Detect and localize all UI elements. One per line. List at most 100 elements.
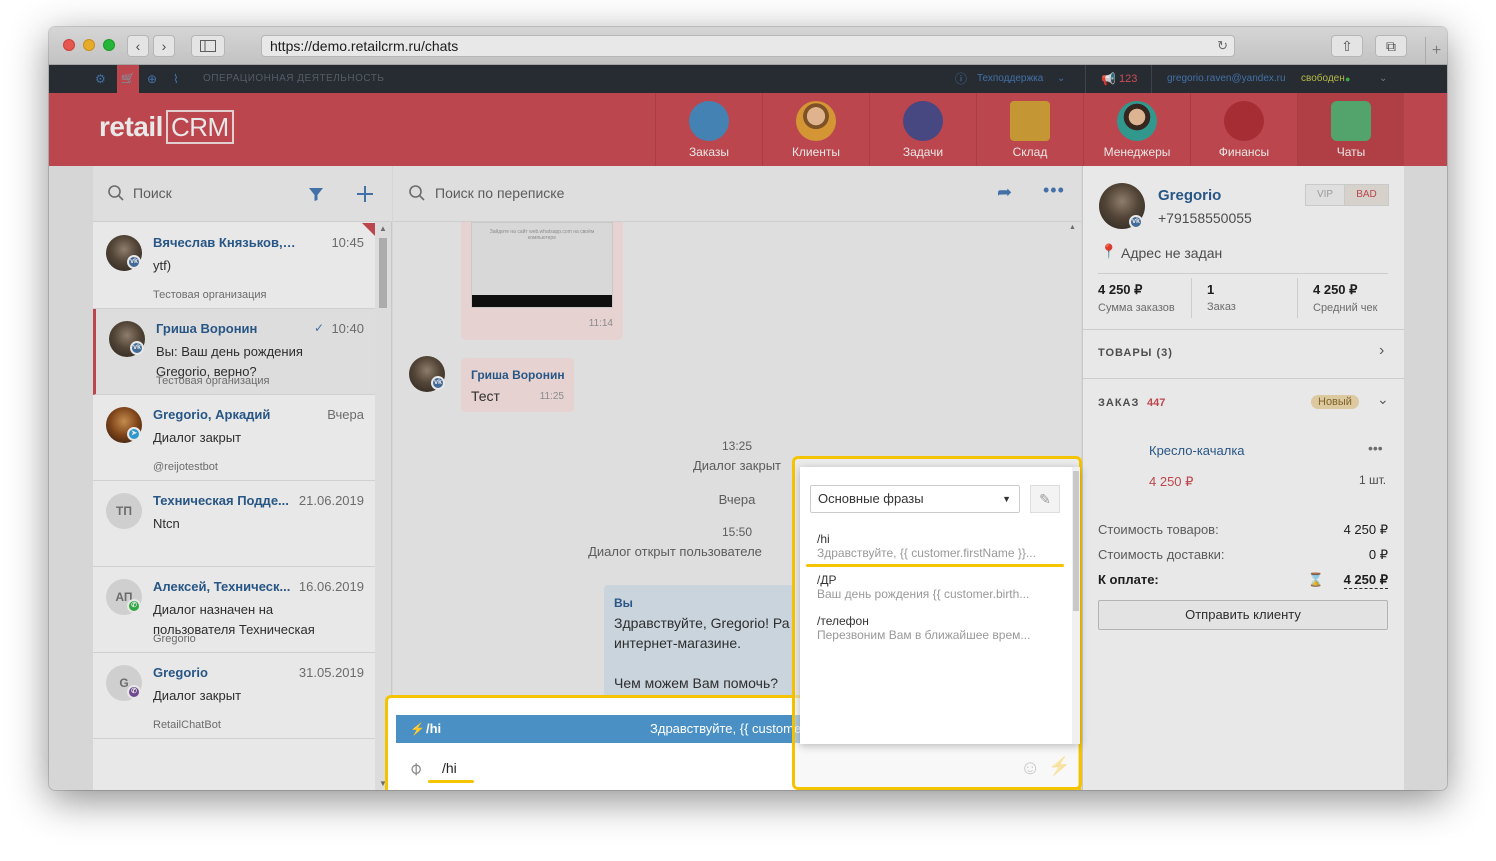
vip-tag[interactable]: VIP <box>1305 184 1345 206</box>
forward-icon[interactable]: ➦ <box>997 182 1012 203</box>
unread-corner-marker <box>362 223 376 237</box>
message-text: интернет-магазине. <box>614 635 741 651</box>
vk-icon: vk <box>127 255 141 269</box>
more-icon[interactable]: ••• <box>1368 440 1383 456</box>
nav-managers[interactable]: Менеджеры <box>1083 93 1190 166</box>
scroll-thumb[interactable] <box>379 238 387 308</box>
edit-phrases-button[interactable]: ✎ <box>1030 485 1060 513</box>
goods-label: ТОВАРЫ (3) <box>1098 347 1173 359</box>
sidebar-toggle-button[interactable] <box>191 35 225 57</box>
support-link[interactable]: Техподдержка <box>977 65 1043 93</box>
forward-button[interactable]: › <box>153 35 175 57</box>
zoom-window-button[interactable] <box>103 39 115 51</box>
crosshair-icon[interactable]: ⊕ <box>147 65 157 93</box>
customer-phone[interactable]: +79158550055 <box>1158 210 1252 226</box>
divider <box>1297 278 1298 318</box>
order-number[interactable]: 447 <box>1147 397 1165 409</box>
back-button[interactable]: ‹ <box>127 35 149 57</box>
add-chat-button[interactable] <box>356 185 374 203</box>
scroll-thumb[interactable] <box>1073 471 1079 611</box>
gear-icon[interactable]: ⚙ <box>95 65 106 93</box>
product-quantity: 1 шт. <box>1359 473 1387 487</box>
phrase-item[interactable]: /hi Здравствуйте, {{ customer.firstName … <box>817 532 1057 560</box>
conversation-search-bar: Поиск по переписке ➦ ••• <box>393 166 1081 222</box>
nav-finance[interactable]: Финансы <box>1190 93 1297 166</box>
nav-orders[interactable]: Заказы <box>655 93 762 166</box>
chat-list-item[interactable]: G ✆ Gregorio 31.05.2019 Диалог закрыт Re… <box>93 653 376 739</box>
new-tab-button[interactable]: + <box>1425 37 1447 65</box>
chat-search-input[interactable]: Поиск <box>133 185 172 201</box>
chat-last-message: ytf) <box>153 258 172 273</box>
send-to-customer-button[interactable]: Отправить клиенту <box>1098 600 1388 630</box>
tabs-overview-button[interactable]: ⧉ <box>1375 35 1407 57</box>
user-status[interactable]: свободен <box>1301 65 1345 93</box>
chat-source: RetailChatBot <box>153 719 221 731</box>
whatsapp-icon: ✆ <box>127 599 141 613</box>
divider <box>1151 65 1152 93</box>
filter-icon[interactable] <box>308 186 324 202</box>
outgoing-message[interactable]: Вы Здравствуйте, Gregorio! Ра интернет-м… <box>604 585 794 697</box>
phrase-group-select[interactable]: Основные фразы ▼ <box>810 485 1020 513</box>
analytics-icon[interactable]: ⌇ <box>173 65 179 93</box>
bad-tag[interactable]: BAD <box>1344 184 1389 206</box>
help-icon[interactable]: ⓘ <box>955 65 967 93</box>
chat-name: Гриша Воронин <box>156 321 258 336</box>
message-input[interactable]: /hi <box>442 760 457 776</box>
minimize-window-button[interactable] <box>83 39 95 51</box>
phrase-item[interactable]: /телефон Перезвоним Вам в ближайшее врем… <box>817 614 1057 642</box>
nav-warehouse[interactable]: Склад <box>976 93 1083 166</box>
chevron-down-icon: ⌄ <box>1377 391 1389 407</box>
conversation-search-input[interactable]: Поиск по переписке <box>435 185 564 201</box>
highlight-underline <box>806 564 1064 567</box>
chevron-right-icon: › <box>161 38 167 54</box>
incoming-message[interactable]: Гриша Воронин Тест 11:25 <box>461 358 574 412</box>
popup-scrollbar[interactable] <box>1072 467 1080 744</box>
chevron-left-icon: ‹ <box>135 38 141 54</box>
divider <box>1098 273 1388 274</box>
chat-list-item[interactable]: АП ✆ Алексей, Техническ... 16.06.2019 Ди… <box>93 567 376 653</box>
customer-name[interactable]: Gregorio <box>1158 187 1221 204</box>
scroll-up-icon[interactable]: ▲ <box>379 224 387 233</box>
address-bar[interactable]: https://demo.retailcrm.ru/chats ↻ <box>261 35 1235 57</box>
chevron-down-icon[interactable]: ⌄ <box>1057 65 1065 93</box>
reload-icon[interactable]: ↻ <box>1217 36 1228 56</box>
nav-customers[interactable]: Клиенты <box>762 93 869 166</box>
close-window-button[interactable] <box>63 39 75 51</box>
chat-list-item[interactable]: vk Гриша Воронин ✓ 10:40 Вы: Ваш день ро… <box>93 309 376 395</box>
product-name[interactable]: Кресло-качалка <box>1149 443 1245 458</box>
status-dot-icon: ● <box>1345 74 1351 84</box>
chat-last-message: Ntcn <box>153 516 180 531</box>
nav-label: Финансы <box>1218 145 1270 159</box>
chevron-down-icon[interactable]: ⌄ <box>1379 65 1387 93</box>
nav-label: Задачи <box>902 145 944 159</box>
chat-list-item[interactable]: vk Вячеслав Князьков, Тех... 10:45 ytf) … <box>93 223 376 309</box>
section-label: ОПЕРАЦИОННАЯ ДЕЯТЕЛЬНОСТЬ <box>203 73 385 84</box>
chat-name: Gregorio <box>153 665 208 680</box>
megaphone-icon[interactable]: 📢 <box>1101 65 1116 93</box>
calls-count[interactable]: 123 <box>1119 65 1137 93</box>
phrase-item[interactable]: /ДР Ваш день рождения {{ customer.birth.… <box>817 573 1057 601</box>
nav-tasks[interactable]: Задачи <box>869 93 976 166</box>
cart-icon[interactable]: 🛒 <box>117 65 139 93</box>
user-email[interactable]: gregorio.raven@yandex.ru <box>1167 65 1286 93</box>
share-button[interactable]: ⇧ <box>1331 35 1363 57</box>
browser-toolbar: ‹ › https://demo.retailcrm.ru/chats ↻ ⇧ … <box>49 27 1447 65</box>
order-section-header[interactable]: ЗАКАЗ 447 Новый ⌄ <box>1083 379 1405 427</box>
nav-label: Клиенты <box>791 145 841 159</box>
manager-icon <box>1117 101 1157 141</box>
chat-time: 16.06.2019 <box>298 579 364 594</box>
chat-time: 21.06.2019 <box>298 493 364 508</box>
paperclip-icon[interactable]: ⌀ <box>404 757 427 780</box>
chat-list-item[interactable]: ➤ Gregorio, Аркадий Вчера Диалог закрыт … <box>93 395 376 481</box>
chat-time: 10:40 <box>331 321 364 336</box>
product-price: 4 250 ₽ <box>1149 474 1194 489</box>
scroll-up-icon[interactable]: ▲ <box>1069 224 1076 231</box>
url-text: https://demo.retailcrm.ru/chats <box>270 38 459 54</box>
retailcrm-logo[interactable]: retail CRM <box>99 110 234 144</box>
more-icon[interactable]: ••• <box>1043 180 1065 201</box>
nav-chats[interactable]: Чаты <box>1297 93 1404 166</box>
customer-address[interactable]: Адрес не задан <box>1121 245 1222 261</box>
divider <box>1191 278 1192 318</box>
image-message[interactable]: Зайдите на сайт web.whatsapp.com на своё… <box>461 222 623 340</box>
goods-section-header[interactable]: ТОВАРЫ (3) › <box>1083 330 1405 378</box>
